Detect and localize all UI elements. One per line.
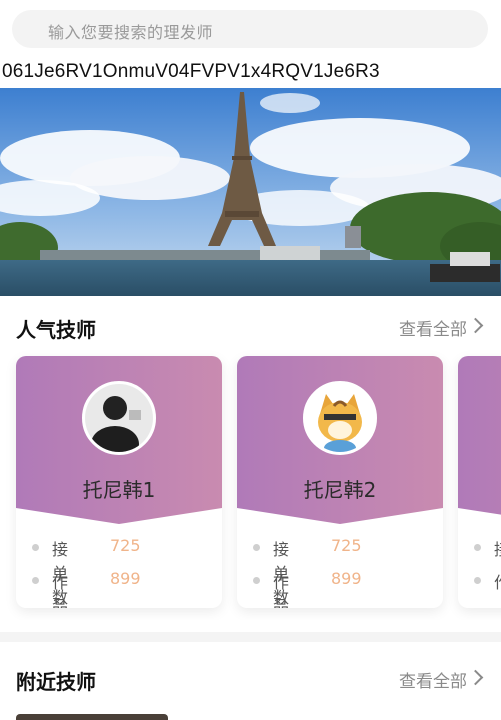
stat-label: 作品数 (52, 573, 69, 608)
code-text: 061Je6RV1OnmuV04FVPV1x4RQV1Je6R3 (2, 61, 380, 82)
bullet-icon (32, 544, 39, 551)
avatar (82, 381, 156, 455)
popular-cards-list[interactable]: 托尼韩1 接单数 725 作品数 899 (0, 350, 501, 620)
popular-view-all-link[interactable]: 查看全部 (399, 315, 467, 340)
technician-name: 托尼韩2 (303, 478, 377, 502)
bullet-icon (253, 577, 260, 584)
banner-image[interactable] (0, 88, 501, 296)
popular-header: 人气技师 查看全部 (0, 308, 501, 348)
bullet-icon (474, 544, 481, 551)
stat-label: 作品数 (273, 573, 290, 608)
nearby-thumbnail[interactable] (16, 714, 168, 720)
chevron-right-icon[interactable] (467, 317, 484, 334)
stat-value: 899 (331, 569, 362, 588)
bullet-icon (253, 544, 260, 551)
search-bar[interactable]: 输入您要搜索的理发师 (12, 10, 488, 48)
technician-card[interactable]: 托尼韩1 接单数 725 作品数 899 (16, 356, 222, 608)
nearby-view-all-link[interactable]: 查看全部 (399, 667, 467, 692)
bullet-icon (32, 577, 39, 584)
stat-label: 作 (494, 569, 501, 593)
stat-label: 接 (494, 536, 501, 560)
technician-card-partial[interactable]: 接 作 (458, 356, 501, 608)
nearby-header: 附近技师 查看全部 (0, 660, 501, 700)
avatar (303, 381, 377, 455)
bullet-icon (474, 577, 481, 584)
stat-value: 899 (110, 569, 141, 588)
popular-title: 人气技师 (16, 318, 96, 342)
nearby-title: 附近技师 (16, 670, 96, 694)
card-header (458, 356, 501, 524)
search-input[interactable]: 输入您要搜索的理发师 (48, 19, 213, 43)
stat-value: 725 (331, 536, 362, 555)
technician-name: 托尼韩1 (82, 478, 156, 502)
technician-card[interactable]: 托尼韩2 接单数 725 作品数 899 (237, 356, 443, 608)
section-divider (0, 632, 501, 642)
stat-value: 725 (110, 536, 141, 555)
chevron-right-icon[interactable] (467, 669, 484, 686)
